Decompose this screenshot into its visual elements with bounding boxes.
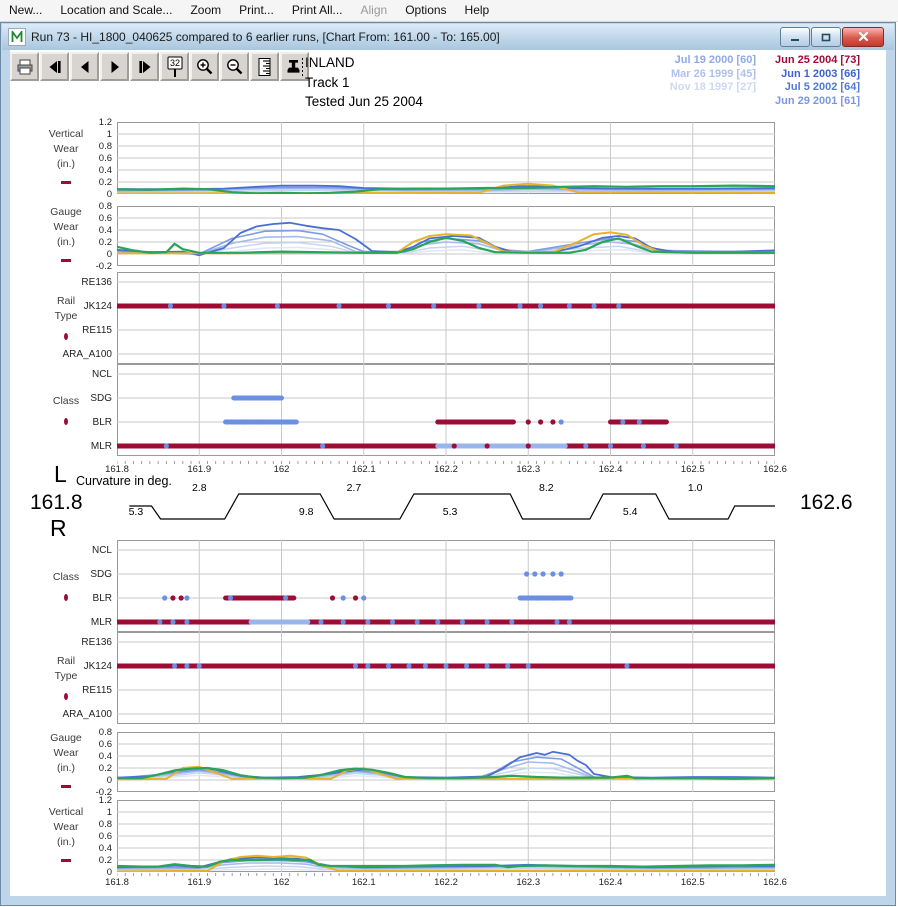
category-label: RE115 bbox=[52, 685, 112, 696]
category-label: NCL bbox=[52, 545, 112, 556]
x-tick-label: 162.6 bbox=[755, 464, 795, 475]
current-run-marker bbox=[64, 418, 68, 425]
x-tick-label: 162 bbox=[262, 464, 302, 475]
y-tick-label: 1.2 bbox=[68, 795, 112, 806]
left-rail-label: L bbox=[54, 461, 67, 488]
panel-title-vw_l: Vertical bbox=[40, 128, 92, 140]
y-tick-label: 0 bbox=[68, 249, 112, 260]
plot-surface bbox=[117, 272, 775, 364]
panel-title-rt_l: Rail bbox=[40, 295, 92, 307]
curvature-value: 9.8 bbox=[293, 506, 319, 518]
panel-title-vw_r: Vertical bbox=[40, 806, 92, 818]
panel-title-rt_l: Type bbox=[40, 310, 92, 322]
plot-surface bbox=[117, 732, 775, 792]
x-tick-label: 161.8 bbox=[97, 877, 137, 888]
curvature-end-mile: 162.6 bbox=[800, 491, 853, 515]
x-tick-label: 162 bbox=[262, 877, 302, 888]
curvature-value: 2.8 bbox=[186, 482, 212, 494]
plot-surface bbox=[117, 632, 775, 724]
y-tick-label: 1.2 bbox=[68, 117, 112, 128]
curvature-value: 5.4 bbox=[617, 506, 643, 518]
current-run-marker bbox=[61, 859, 71, 862]
panel-title-gw_l: (in.) bbox=[40, 236, 92, 248]
x-tick-label: 162.6 bbox=[755, 877, 795, 888]
panel-title-vw_r: (in.) bbox=[40, 836, 92, 848]
category-label: MLR bbox=[52, 441, 112, 452]
category-label: RE115 bbox=[52, 325, 112, 336]
x-tick-label: 162.2 bbox=[426, 877, 466, 888]
panel-title-gw_l: Gauge bbox=[40, 206, 92, 218]
x-tick-label: 162.2 bbox=[426, 464, 466, 475]
panel-title-cl_l: Class bbox=[40, 395, 92, 407]
plot-surface bbox=[117, 540, 775, 632]
curvature-value: 5.3 bbox=[437, 506, 463, 518]
x-tick-label: 162.5 bbox=[673, 877, 713, 888]
y-tick-label: -0.2 bbox=[68, 261, 112, 272]
current-run-marker bbox=[64, 693, 68, 700]
panel-title-rt_r: Type bbox=[40, 670, 92, 682]
x-tick-label: 162.1 bbox=[344, 877, 384, 888]
curvature-value: 8.2 bbox=[533, 482, 559, 494]
current-run-marker bbox=[64, 333, 68, 340]
panel-title-gw_r: Wear bbox=[40, 747, 92, 759]
curvature-title: Curvature in deg. bbox=[76, 474, 172, 488]
category-label: BLR bbox=[52, 417, 112, 428]
panel-title-cl_r: Class bbox=[40, 571, 92, 583]
curvature-value: 5.3 bbox=[123, 506, 149, 518]
category-label: RE136 bbox=[52, 277, 112, 288]
current-run-marker bbox=[61, 259, 71, 262]
y-tick-label: 0 bbox=[68, 189, 112, 200]
panel-title-vw_r: Wear bbox=[40, 821, 92, 833]
panel-title-gw_r: Gauge bbox=[40, 732, 92, 744]
category-label: MLR bbox=[52, 617, 112, 628]
panel-title-gw_l: Wear bbox=[40, 221, 92, 233]
x-tick-label: 162.3 bbox=[508, 877, 548, 888]
plot-surface bbox=[117, 800, 775, 872]
y-tick-label: 0 bbox=[68, 775, 112, 786]
category-label: RE136 bbox=[52, 637, 112, 648]
panel-title-gw_r: (in.) bbox=[40, 762, 92, 774]
panel-title-rt_r: Rail bbox=[40, 655, 92, 667]
y-tick-label: 0.2 bbox=[68, 177, 112, 188]
category-label: NCL bbox=[52, 369, 112, 380]
plot-surface bbox=[117, 206, 775, 266]
curvature-start-mile: 161.8 bbox=[30, 491, 83, 515]
plot-surface bbox=[117, 364, 775, 456]
curvature-value: 2.7 bbox=[341, 482, 367, 494]
x-tick-label: 161.9 bbox=[179, 877, 219, 888]
current-run-marker bbox=[61, 181, 71, 184]
x-tick-label: 162.4 bbox=[591, 464, 631, 475]
x-tick-label: 162.5 bbox=[673, 464, 713, 475]
panel-title-vw_l: Wear bbox=[40, 143, 92, 155]
x-tick-label: 162.3 bbox=[508, 464, 548, 475]
current-run-marker bbox=[61, 785, 71, 788]
right-rail-label: R bbox=[50, 515, 67, 542]
category-label: ARA_A100 bbox=[52, 349, 112, 360]
curvature-value: 1.0 bbox=[682, 482, 708, 494]
category-label: BLR bbox=[52, 593, 112, 604]
current-run-marker bbox=[64, 594, 68, 601]
panel-title-vw_l: (in.) bbox=[40, 158, 92, 170]
charts-area: 1.210.80.60.40.20VerticalWear(in.)0.80.6… bbox=[0, 0, 898, 907]
x-tick-label: 162.4 bbox=[591, 877, 631, 888]
category-label: ARA_A100 bbox=[52, 709, 112, 720]
x-tick-label: 161.9 bbox=[179, 464, 219, 475]
x-tick-label: 162.1 bbox=[344, 464, 384, 475]
plot-surface bbox=[117, 122, 775, 194]
y-tick-label: 0 bbox=[68, 867, 112, 878]
y-tick-label: 0.2 bbox=[68, 855, 112, 866]
